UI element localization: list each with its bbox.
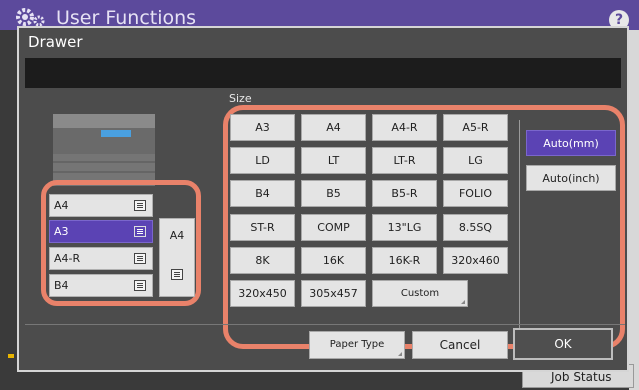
size-button-b5-r[interactable]: B5-R [372,180,437,207]
gear-icon [16,8,45,27]
auto-inch-button[interactable]: Auto(inch) [526,165,616,191]
size-button-a5-r[interactable]: A5-R [443,114,508,141]
tray-label: A3 [54,225,69,238]
size-button-comp[interactable]: COMP [301,214,366,241]
list-icon [134,200,146,211]
bypass-tray-label: A4 [169,229,185,242]
screen: User Functions ? Job Status Drawer Size … [0,0,639,390]
paper-type-button[interactable]: Paper Type [309,331,405,359]
size-button-a3[interactable]: A3 [230,114,295,141]
size-button-ld[interactable]: LD [230,147,295,174]
size-label: Size [229,92,252,105]
size-button-320x450[interactable]: 320x450 [230,280,295,307]
size-button-b4[interactable]: B4 [230,180,295,207]
size-button-8k[interactable]: 8K [230,247,295,274]
tray-item[interactable]: B4 [49,274,153,297]
tray-label: B4 [54,279,69,292]
tray-item[interactable]: A3 [49,220,153,243]
background-indicator [8,354,14,358]
size-button-13lg[interactable]: 13"LG [372,214,437,241]
cancel-button[interactable]: Cancel [412,331,508,359]
size-button-305x457[interactable]: 305x457 [301,280,366,307]
list-icon [134,280,146,291]
bypass-tray-button[interactable]: A4 [159,218,195,297]
dialog-title: Drawer [28,33,83,51]
drawer-dialog: Drawer Size A4 A3 A4-R B4 A4 A3 A4 A4-R … [17,26,629,372]
tray-label: A4-R [54,252,81,265]
size-button-a4[interactable]: A4 [301,114,366,141]
bottom-divider [25,324,625,325]
size-button-320x460[interactable]: 320x460 [443,247,508,274]
background-panel [629,30,639,390]
tray-item[interactable]: A4-R [49,247,153,270]
size-button-8-5sq[interactable]: 8.5SQ [443,214,508,241]
size-button-b5[interactable]: B5 [301,180,366,207]
ok-button[interactable]: OK [513,328,613,360]
size-button-16k-r[interactable]: 16K-R [372,247,437,274]
size-button-16k[interactable]: 16K [301,247,366,274]
message-bar [25,58,621,88]
list-icon [134,253,146,264]
list-icon [171,269,183,280]
size-button-a4-r[interactable]: A4-R [372,114,437,141]
auto-mm-button[interactable]: Auto(mm) [526,130,616,156]
size-button-folio[interactable]: FOLIO [443,180,508,207]
custom-size-button[interactable]: Custom [372,280,468,307]
size-button-lt[interactable]: LT [301,147,366,174]
tray-label: A4 [54,199,69,212]
list-icon [134,226,146,237]
tray-item[interactable]: A4 [49,194,153,217]
size-divider [519,120,520,330]
size-button-lt-r[interactable]: LT-R [372,147,437,174]
size-button-lg[interactable]: LG [443,147,508,174]
size-button-st-r[interactable]: ST-R [230,214,295,241]
printer-icon [53,114,155,186]
